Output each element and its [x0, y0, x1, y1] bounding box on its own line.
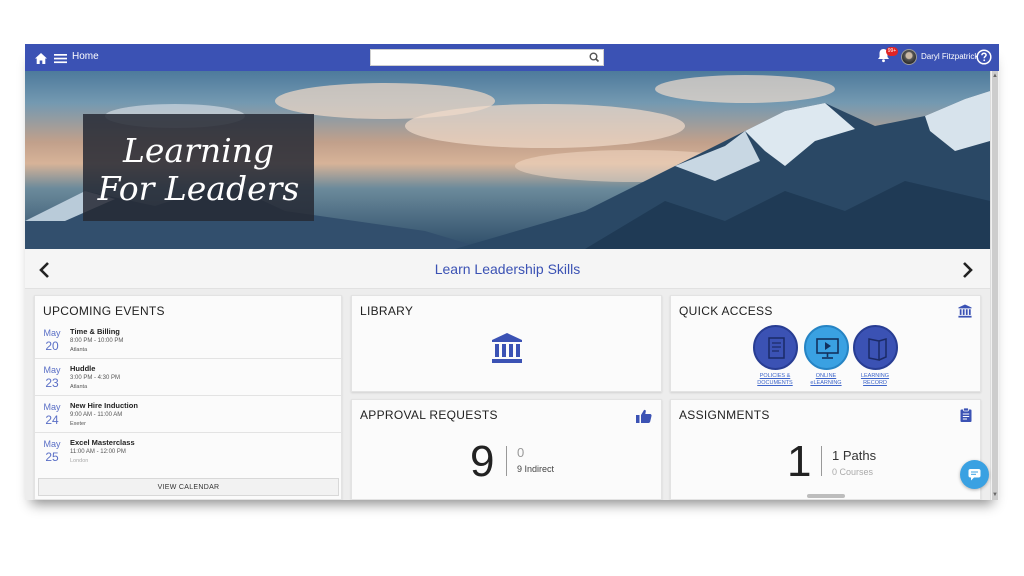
event-time: 9:00 AM - 11:00 AM — [70, 412, 123, 418]
event-month: May — [43, 365, 61, 375]
bank-building-icon — [958, 304, 972, 323]
search-button[interactable] — [586, 49, 604, 66]
quick-access-label[interactable]: LEARNING — [861, 373, 889, 379]
quick-access-learning-record[interactable]: LEARNING RECORD — [848, 325, 902, 387]
scroll-down-icon[interactable]: ▼ — [992, 492, 998, 498]
search-icon — [589, 52, 600, 63]
quick-access-label[interactable]: DOCUMENTS — [757, 380, 792, 386]
courses-label: 0 Courses — [832, 467, 874, 477]
home-link[interactable]: Home — [72, 51, 99, 62]
event-item[interactable]: May 24 New Hire Induction 9:00 AM - 11:0… — [35, 396, 343, 433]
event-month: May — [43, 402, 61, 412]
avatar[interactable] — [901, 49, 917, 65]
app-window: Home ✕ 99+ Daryl Fitzpatrick — [25, 44, 999, 500]
carousel-caption[interactable]: Learn Leadership Skills — [25, 261, 990, 277]
approval-requests-card[interactable]: APPROVAL REQUESTS 9 0 9 Indirect — [351, 399, 662, 500]
top-navigation-bar: Home ✕ 99+ Daryl Fitzpatrick — [25, 44, 999, 71]
event-item[interactable]: May 23 Huddle 3:00 PM - 4:30 PM Atlanta — [35, 359, 343, 396]
assignments-count[interactable]: 1 — [787, 440, 811, 484]
event-location: Atlanta — [70, 347, 88, 353]
event-time: 11:00 AM - 12:00 PM — [70, 449, 126, 455]
event-month: May — [43, 328, 61, 338]
library-card[interactable]: LIBRARY — [351, 295, 662, 392]
search-input[interactable] — [371, 52, 571, 68]
event-name: Huddle — [70, 364, 96, 373]
quick-access-label[interactable]: POLICIES & — [760, 373, 791, 379]
quick-access-label[interactable]: eLEARNING — [810, 380, 841, 386]
monitor-play-icon[interactable] — [803, 325, 849, 370]
approvals-divider — [506, 446, 507, 476]
home-icon[interactable] — [35, 51, 47, 69]
user-name[interactable]: Daryl Fitzpatrick — [921, 52, 978, 61]
assignments-card[interactable]: ASSIGNMENTS 1 1 Paths 0 Courses — [670, 399, 981, 500]
event-day: 25 — [45, 450, 59, 464]
indirect-count: 0 — [517, 445, 525, 460]
upcoming-events-card: UPCOMING EVENTS May 20 Time & Billing 8:… — [34, 295, 343, 500]
bank-building-icon[interactable] — [491, 332, 523, 369]
chevron-right-icon[interactable] — [962, 261, 974, 284]
book-icon[interactable] — [852, 325, 898, 370]
drag-handle[interactable] — [807, 494, 845, 498]
view-calendar-button[interactable]: VIEW CALENDAR — [38, 478, 339, 496]
hamburger-menu-icon[interactable] — [54, 51, 67, 69]
event-item[interactable]: May 25 Excel Masterclass 11:00 AM - 12:0… — [35, 433, 343, 470]
document-icon[interactable] — [752, 325, 798, 370]
hero-title-box: Learning For Leaders — [83, 114, 314, 221]
quick-access-label[interactable]: RECORD — [863, 380, 887, 386]
indirect-label[interactable]: 9 Indirect — [517, 464, 554, 474]
quick-access-elearning[interactable]: ONLINE eLEARNING — [799, 325, 853, 387]
assignments-divider — [821, 446, 822, 476]
event-time: 8:00 PM - 10:00 PM — [70, 338, 124, 344]
quick-access-policies[interactable]: POLICIES & DOCUMENTS — [748, 325, 802, 387]
event-month: May — [43, 439, 61, 449]
carousel-caption-bar: Learn Leadership Skills — [25, 249, 990, 289]
event-day: 23 — [45, 376, 59, 390]
chat-button[interactable] — [960, 460, 989, 489]
event-day: 20 — [45, 339, 59, 353]
library-title: LIBRARY — [360, 304, 414, 318]
event-name: Time & Billing — [70, 327, 120, 336]
notification-badge: 99+ — [886, 47, 898, 56]
quick-access-title: QUICK ACCESS — [679, 304, 773, 318]
assignments-title: ASSIGNMENTS — [679, 408, 770, 422]
event-name: New Hire Induction — [70, 401, 138, 410]
scroll-up-icon[interactable]: ▲ — [992, 73, 998, 79]
hero-banner: Learning For Leaders — [25, 71, 990, 249]
event-location: Atlanta — [70, 384, 88, 390]
clipboard-icon — [960, 407, 972, 427]
event-time: 3:00 PM - 4:30 PM — [70, 375, 121, 381]
scrollbar-thumb[interactable] — [992, 71, 998, 500]
search-box: ✕ — [370, 49, 602, 68]
event-name: Excel Masterclass — [70, 438, 135, 447]
thumbs-up-icon — [636, 409, 652, 428]
events-title: UPCOMING EVENTS — [43, 304, 165, 318]
quick-access-label[interactable]: ONLINE — [816, 373, 836, 379]
page-scrollbar[interactable]: ▲ ▼ — [990, 71, 999, 500]
approvals-title: APPROVAL REQUESTS — [360, 408, 498, 422]
paths-label[interactable]: 1 Paths — [832, 448, 876, 463]
event-location: Exeter — [70, 421, 86, 427]
chat-bubble-icon — [968, 469, 981, 481]
hero-title-line-2: For Leaders — [97, 169, 300, 208]
event-day: 24 — [45, 413, 59, 427]
event-item[interactable]: May 20 Time & Billing 8:00 PM - 10:00 PM… — [35, 322, 343, 359]
event-location: London — [70, 458, 89, 464]
question-circle-icon[interactable] — [976, 49, 992, 70]
hero-title-line-1: Learning — [122, 131, 275, 170]
quick-access-card: QUICK ACCESS POLICIES & DOCUMENTS ONLINE e… — [670, 295, 981, 392]
approvals-count[interactable]: 9 — [470, 440, 494, 484]
